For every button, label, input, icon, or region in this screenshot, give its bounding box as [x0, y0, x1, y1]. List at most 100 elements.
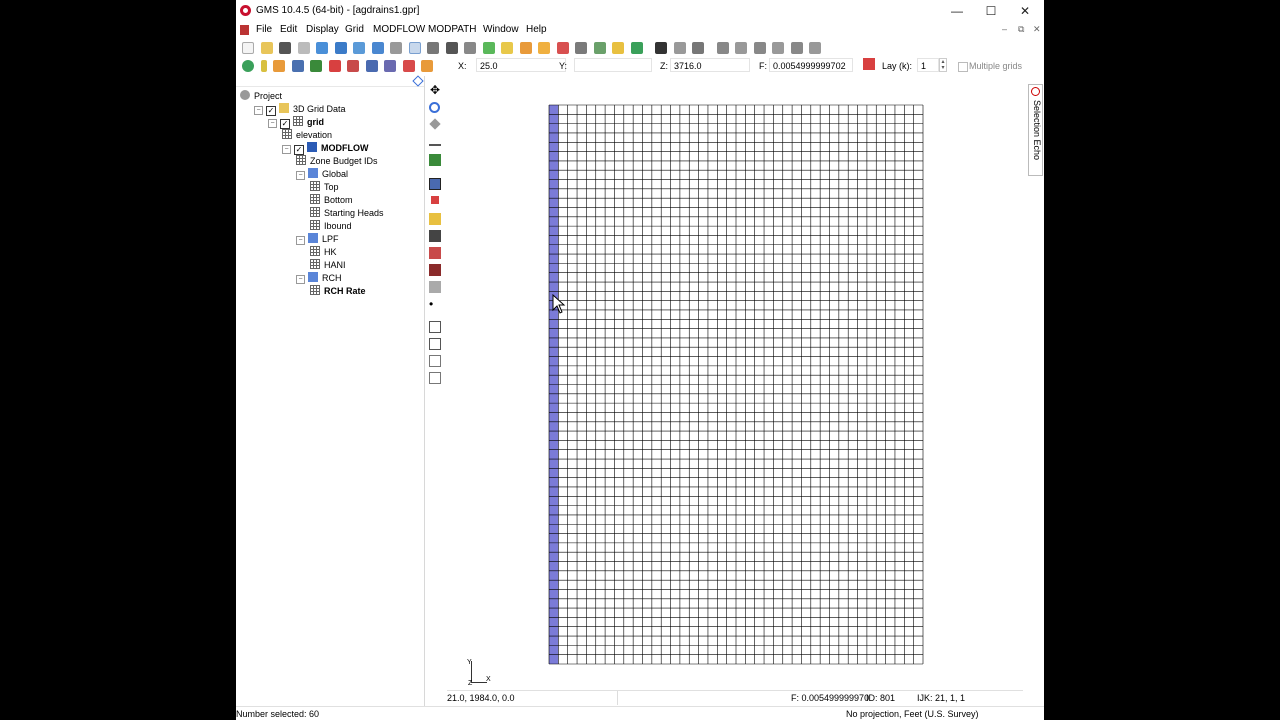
menu-modflow[interactable]: MODFLOW: [373, 24, 425, 35]
save-icon[interactable]: [279, 42, 292, 54]
minimize-button[interactable]: —: [940, 2, 974, 20]
select-row-icon[interactable]: [429, 213, 441, 225]
view-side-icon[interactable]: [429, 338, 441, 350]
star-icon[interactable]: [421, 60, 434, 72]
select-nodes-icon[interactable]: [673, 42, 686, 54]
color-ramp-icon[interactable]: [556, 42, 569, 54]
tree-item[interactable]: elevation: [240, 129, 422, 142]
select-column-icon[interactable]: [429, 230, 441, 242]
layers-icon[interactable]: [384, 60, 397, 72]
grid-canvas[interactable]: [447, 76, 1023, 690]
mdi-close-button[interactable]: ✕: [1033, 24, 1041, 35]
select-vertex-icon[interactable]: [431, 196, 439, 204]
grid-module-icon[interactable]: [316, 42, 329, 54]
select-cells-icon[interactable]: [655, 42, 668, 54]
tree-item[interactable]: − LPF: [240, 233, 422, 246]
solid-module-icon[interactable]: [353, 42, 366, 54]
cube-icon[interactable]: [347, 60, 360, 72]
measure-icon[interactable]: [429, 138, 441, 146]
tree-item[interactable]: − Global: [240, 168, 422, 181]
map-icon[interactable]: [593, 42, 606, 54]
select-cell-tool-icon[interactable]: [429, 178, 441, 190]
house-icon[interactable]: [291, 60, 304, 72]
tree-item[interactable]: Zone Budget IDs: [240, 155, 422, 168]
view-front-icon[interactable]: [429, 321, 441, 333]
collapse-toggle-icon[interactable]: −: [296, 171, 305, 180]
layer-spinner[interactable]: ▴ ▾: [939, 58, 947, 72]
tree-item[interactable]: Project: [240, 90, 422, 103]
select-ijk-icon[interactable]: [429, 264, 441, 276]
menu-help[interactable]: Help: [526, 24, 547, 35]
mesh-module-icon[interactable]: [334, 42, 347, 54]
globe-icon[interactable]: [630, 42, 643, 54]
visibility-checkbox[interactable]: ✓: [294, 145, 304, 155]
visibility-checkbox[interactable]: ✓: [280, 119, 290, 129]
multiple-grids-checkbox[interactable]: [958, 62, 968, 72]
collapse-toggle-icon[interactable]: −: [296, 236, 305, 245]
tree-item[interactable]: HANI: [240, 259, 422, 272]
tree-item[interactable]: − ✓ 3D Grid Data: [240, 103, 422, 116]
pin-icon[interactable]: [412, 75, 424, 87]
mdi-restore-button[interactable]: ⧉: [1018, 24, 1024, 35]
visibility-checkbox[interactable]: ✓: [266, 106, 276, 116]
delete-col-icon[interactable]: [809, 42, 822, 54]
package-box-icon[interactable]: [273, 60, 286, 72]
menu-display[interactable]: Display: [306, 24, 339, 35]
tree-item[interactable]: Top: [240, 181, 422, 194]
contour-icon[interactable]: [538, 42, 551, 54]
chart-icon[interactable]: [519, 42, 532, 54]
display-options-icon[interactable]: [445, 42, 458, 54]
view-top-icon[interactable]: [429, 355, 441, 367]
menu-window[interactable]: Window: [483, 24, 519, 35]
tree-item[interactable]: RCH Rate: [240, 285, 422, 298]
tree-item[interactable]: − RCH: [240, 272, 422, 285]
rotate-icon[interactable]: [429, 118, 441, 130]
select-tool-icon[interactable]: [408, 42, 421, 54]
maximize-button[interactable]: ☐: [974, 2, 1008, 20]
ugrid-module-icon[interactable]: [390, 42, 403, 54]
print-icon[interactable]: [297, 42, 310, 54]
tree-item[interactable]: Starting Heads: [240, 207, 422, 220]
select-faces-icon[interactable]: [692, 42, 705, 54]
delete-row-icon[interactable]: [790, 42, 803, 54]
mesh-icon[interactable]: [612, 42, 625, 54]
mdi-minimize-button[interactable]: –: [1002, 24, 1007, 34]
lightbulb-icon[interactable]: [501, 42, 514, 54]
model-checker-icon[interactable]: [242, 60, 254, 72]
split-icon[interactable]: [735, 42, 748, 54]
x-field[interactable]: 25.0: [476, 58, 566, 72]
f-field[interactable]: 0.0054999999702: [769, 58, 853, 72]
well-icon[interactable]: [260, 60, 267, 72]
insert-row-icon[interactable]: [753, 42, 766, 54]
new-file-icon[interactable]: [242, 42, 254, 54]
tree-item[interactable]: HK: [240, 246, 422, 259]
calculator-icon[interactable]: [575, 42, 588, 54]
tree-item[interactable]: Ibound: [240, 220, 422, 233]
grid-frame-icon[interactable]: [310, 60, 323, 72]
tree-item[interactable]: Bottom: [240, 194, 422, 207]
merge-icon[interactable]: [716, 42, 729, 54]
cube2-icon[interactable]: [402, 60, 415, 72]
collapse-toggle-icon[interactable]: −: [268, 119, 277, 128]
collapse-toggle-icon[interactable]: −: [254, 106, 263, 115]
create-cells-icon[interactable]: [429, 281, 441, 293]
view-oblique-icon[interactable]: [429, 372, 441, 384]
graphics-window[interactable]: Y X Z: [447, 76, 1023, 690]
menu-grid[interactable]: Grid: [345, 24, 364, 35]
z-field[interactable]: 3716.0: [670, 58, 750, 72]
tree-item[interactable]: − ✓ MODFLOW: [240, 142, 422, 155]
menu-file[interactable]: File: [256, 24, 272, 35]
tree-item[interactable]: − ✓ grid: [240, 116, 422, 129]
point-tool-icon[interactable]: •: [429, 298, 441, 310]
settings-icon[interactable]: [464, 42, 477, 54]
select-layer-icon[interactable]: [429, 247, 441, 259]
tin-module-icon[interactable]: [371, 42, 384, 54]
insert-col-icon[interactable]: [772, 42, 785, 54]
zoom-icon[interactable]: [427, 42, 440, 54]
collapse-toggle-icon[interactable]: −: [296, 275, 305, 284]
collapse-toggle-icon[interactable]: −: [282, 145, 291, 154]
layer-mode-icon[interactable]: [863, 58, 875, 70]
y-field[interactable]: [574, 58, 652, 72]
zoom-tool-icon[interactable]: [429, 102, 440, 113]
layer-field[interactable]: 1: [917, 58, 939, 72]
